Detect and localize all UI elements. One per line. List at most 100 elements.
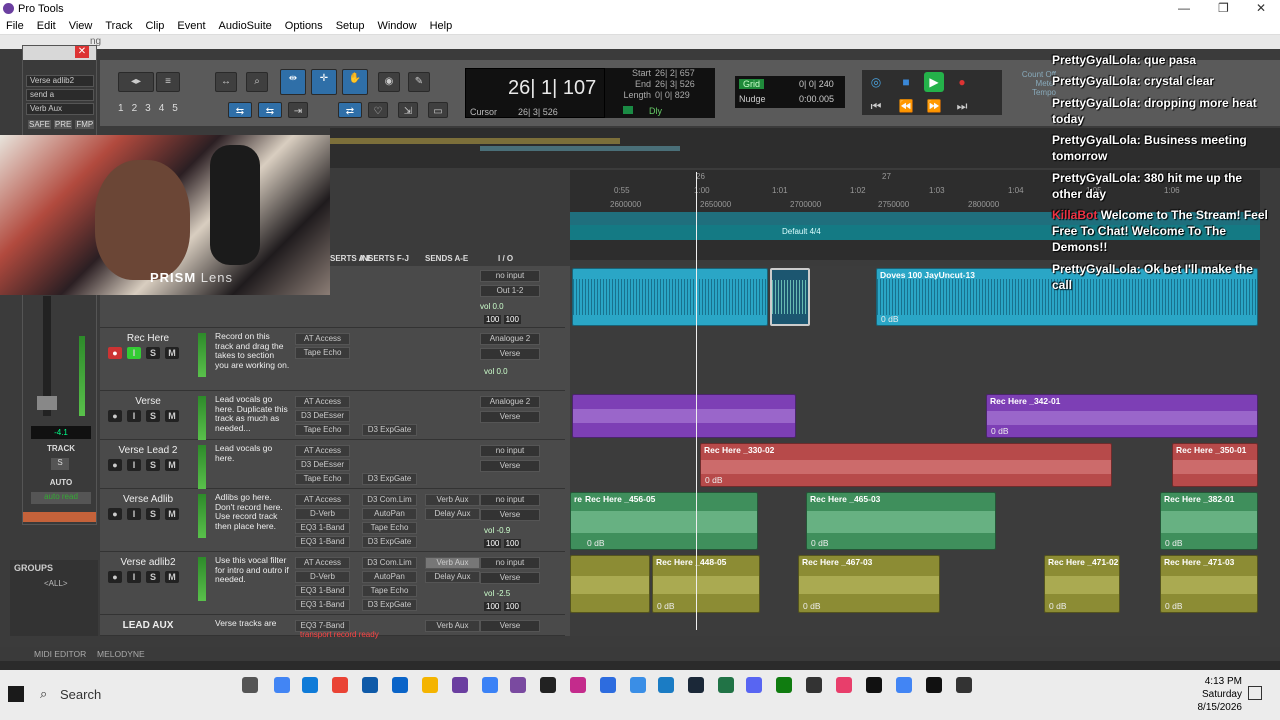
- insert-slot[interactable]: EQ3 1-Band: [295, 599, 350, 611]
- edit-mode-icon[interactable]: ⇆: [228, 102, 252, 118]
- track-input[interactable]: no input: [480, 270, 540, 282]
- insert-slot[interactable]: AutoPan: [362, 571, 417, 583]
- minimize-icon[interactable]: —: [1178, 1, 1190, 15]
- send-level-value[interactable]: -4.1: [31, 426, 91, 439]
- track-name[interactable]: Verse: [100, 396, 196, 407]
- send-slot[interactable]: Verb Aux: [425, 557, 480, 569]
- send-window-titlebar[interactable]: ✕: [23, 46, 96, 60]
- trim-tool-icon[interactable]: ⇹: [280, 69, 306, 95]
- track-comment[interactable]: Use this vocal filter for intro and outr…: [215, 555, 290, 585]
- menu-file[interactable]: File: [0, 18, 31, 32]
- input-monitor-button[interactable]: I: [127, 508, 141, 520]
- solo-button[interactable]: S: [146, 571, 160, 583]
- midi-editor-tab[interactable]: MIDI EDITOR: [34, 649, 86, 659]
- track-button-3[interactable]: 3: [145, 103, 151, 114]
- steam-icon[interactable]: [688, 677, 704, 693]
- track-row[interactable]: Rec Here ● I S M Record on this track and d…: [100, 329, 565, 391]
- insert-slot[interactable]: D3 DeEsser: [295, 410, 350, 422]
- record-arm-button[interactable]: ●: [108, 508, 122, 520]
- app-icon-2[interactable]: [510, 677, 526, 693]
- grabber-tool-icon[interactable]: ✋: [342, 69, 368, 95]
- audio-clip[interactable]: Rec Here _471-02 0 dB: [1044, 555, 1120, 613]
- taskbar-search[interactable]: ⌕ Search: [36, 680, 186, 710]
- track-input[interactable]: Analogue 2: [480, 333, 540, 345]
- send-slot[interactable]: Verb Aux: [425, 494, 480, 506]
- audio-clip[interactable]: [572, 394, 796, 438]
- rewind-to-start-button[interactable]: ⏮: [866, 96, 886, 116]
- track-output[interactable]: Verse: [480, 460, 540, 472]
- audio-clip[interactable]: Rec Here _330-02 0 dB: [700, 443, 1112, 487]
- insert-slot[interactable]: AT Access: [295, 494, 350, 506]
- track-button-4[interactable]: 4: [159, 103, 165, 114]
- insert-slot[interactable]: Tape Echo: [362, 522, 417, 534]
- insert-slot[interactable]: D3 ExpGate: [362, 424, 417, 436]
- input-monitor-button[interactable]: I: [127, 571, 141, 583]
- insert-slot[interactable]: Tape Echo: [362, 585, 417, 597]
- outlook-icon[interactable]: [392, 677, 408, 693]
- mute-button[interactable]: M: [165, 410, 179, 422]
- app-icon-7[interactable]: [866, 677, 882, 693]
- playhead-cursor[interactable]: [696, 172, 697, 630]
- insert-slot[interactable]: EQ3 1-Band: [295, 585, 350, 597]
- menu-view[interactable]: View: [63, 18, 100, 32]
- track-row[interactable]: Verse Adlib ● I S M Adlibs go here. Don't r…: [100, 490, 565, 552]
- insert-slot[interactable]: Tape Echo: [295, 347, 350, 359]
- insertion-follow-icon[interactable]: ⇲: [398, 102, 418, 118]
- pan-right-value[interactable]: 100: [503, 602, 521, 611]
- track-output[interactable]: Verse: [480, 348, 540, 360]
- menu-window[interactable]: Window: [371, 18, 423, 32]
- groups-all-item[interactable]: <ALL>: [44, 579, 68, 588]
- menu-help[interactable]: Help: [424, 18, 460, 32]
- zoom-waveform-button[interactable]: ≡: [156, 72, 180, 92]
- track-comment[interactable]: Lead vocals go here.: [215, 443, 290, 463]
- zoom-toggle-button[interactable]: ◂▸: [118, 72, 154, 92]
- track-output[interactable]: Verse: [480, 509, 540, 521]
- chrome-icon-2[interactable]: [332, 677, 348, 693]
- input-monitor-button[interactable]: I: [127, 347, 141, 359]
- insert-slot[interactable]: D3 DeEsser: [295, 459, 350, 471]
- solo-button[interactable]: S: [146, 508, 160, 520]
- mute-button[interactable]: M: [165, 347, 179, 359]
- pro-tools-icon[interactable]: [452, 677, 468, 693]
- play-button[interactable]: ▶: [924, 72, 944, 92]
- audio-clip[interactable]: Rec Here _342-01 0 dB: [986, 394, 1258, 438]
- send-solo-button[interactable]: S: [51, 458, 69, 470]
- volume-value[interactable]: -2.5: [496, 589, 510, 598]
- task-view-icon[interactable]: [242, 677, 258, 693]
- app-icon-6[interactable]: [836, 677, 852, 693]
- rewind-button[interactable]: ⏪: [896, 96, 916, 116]
- mute-button[interactable]: M: [165, 459, 179, 471]
- volume-value[interactable]: -0.9: [496, 526, 510, 535]
- app-icon-3[interactable]: [570, 677, 586, 693]
- go-to-end-button[interactable]: ⏭: [952, 96, 972, 116]
- send-window-close-icon[interactable]: ✕: [75, 46, 89, 58]
- record-arm-button[interactable]: ●: [108, 459, 122, 471]
- track-row[interactable]: LEAD AUX Verse tracks are EQ3 7-Band Ver…: [100, 616, 565, 639]
- send-slot-selector[interactable]: send a: [26, 89, 94, 101]
- track-comment[interactable]: Record on this track and drag the takes …: [215, 331, 290, 370]
- menu-options[interactable]: Options: [279, 18, 330, 32]
- insert-slot[interactable]: Tape Echo: [295, 473, 350, 485]
- capcut-icon[interactable]: [806, 677, 822, 693]
- windows-start-icon[interactable]: [8, 686, 24, 702]
- volume-value[interactable]: 0.0: [492, 302, 503, 311]
- insert-slot[interactable]: AutoPan: [362, 508, 417, 520]
- track-name[interactable]: Verse Adlib: [100, 494, 196, 505]
- count-off-label[interactable]: Count Off: [1008, 70, 1056, 79]
- menu-event[interactable]: Event: [171, 18, 212, 32]
- track-comment[interactable]: Adlibs go here. Don't record here. Use r…: [215, 492, 290, 531]
- insert-slot[interactable]: EQ3 1-Band: [295, 536, 350, 548]
- safe-button[interactable]: SAFE: [28, 120, 51, 129]
- start-value[interactable]: 26| 2| 657: [655, 68, 695, 78]
- send-slot[interactable]: Verb Aux: [425, 620, 480, 632]
- pan-right-value[interactable]: 100: [503, 315, 521, 324]
- track-comment[interactable]: Lead vocals go here. Duplicate this trac…: [215, 394, 290, 433]
- grid-value[interactable]: 0| 0| 240: [799, 79, 834, 89]
- chrome-icon[interactable]: [274, 677, 290, 693]
- meter-label[interactable]: Meter: [1008, 79, 1056, 88]
- mute-button[interactable]: M: [165, 508, 179, 520]
- audio-clip[interactable]: re Rec Here _456-05 0 dB: [570, 492, 758, 550]
- track-input[interactable]: no input: [480, 494, 540, 506]
- track-name[interactable]: Rec Here: [100, 333, 196, 344]
- audio-clip[interactable]: Rec Here _467-03 0 dB: [798, 555, 940, 613]
